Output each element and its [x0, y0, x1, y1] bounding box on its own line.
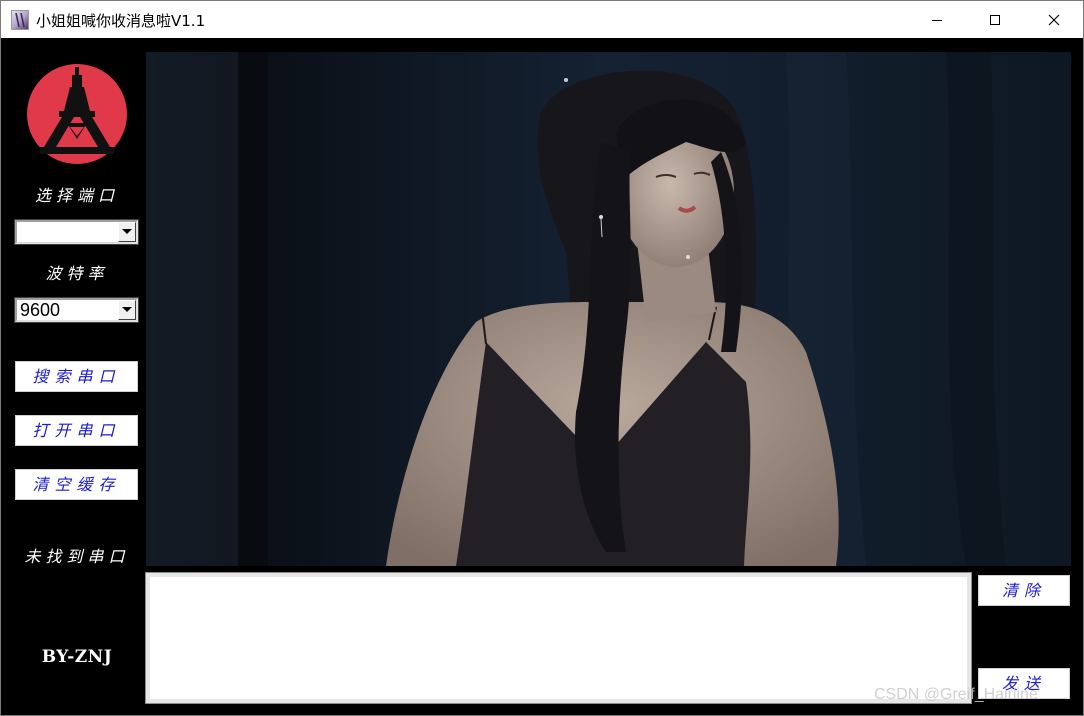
portrait-photo: [146, 52, 1071, 566]
app-window: 小姐姐喊你收消息啦V1.1 选择端口 波特率 9600 搜索串口 打开串口 清空…: [0, 0, 1084, 716]
minimize-icon: [932, 19, 942, 21]
close-icon: [1048, 14, 1060, 25]
port-dropdown-button[interactable]: [118, 222, 136, 242]
maximize-icon: [990, 14, 1000, 25]
minimize-button[interactable]: [908, 1, 966, 38]
title-bar[interactable]: 小姐姐喊你收消息啦V1.1: [1, 1, 1083, 38]
baud-label: 波特率: [45, 264, 109, 283]
send-input[interactable]: [145, 572, 972, 704]
close-button[interactable]: [1025, 1, 1083, 38]
clear-button[interactable]: 清除: [978, 575, 1070, 606]
baud-select-value: 9600: [20, 300, 61, 320]
chevron-down-icon: [122, 229, 132, 234]
search-port-button[interactable]: 搜索串口: [15, 361, 138, 392]
window-title: 小姐姐喊你收消息啦V1.1: [36, 12, 206, 30]
send-button[interactable]: 发送: [978, 668, 1070, 699]
port-label: 选择端口: [34, 186, 119, 205]
author-label: BY-ZNJ: [41, 647, 113, 667]
baud-dropdown-button[interactable]: [118, 300, 136, 320]
port-select[interactable]: [14, 219, 139, 245]
open-port-button[interactable]: 打开串口: [15, 415, 138, 446]
app-icon: [11, 10, 29, 30]
baud-select[interactable]: 9600: [14, 297, 139, 323]
eiffel-tower-logo: [26, 63, 128, 165]
chevron-down-icon: [122, 307, 132, 312]
port-status-text: 未找到串口: [24, 547, 130, 566]
clear-cache-button[interactable]: 清空缓存: [15, 469, 138, 500]
maximize-button[interactable]: [966, 1, 1024, 38]
